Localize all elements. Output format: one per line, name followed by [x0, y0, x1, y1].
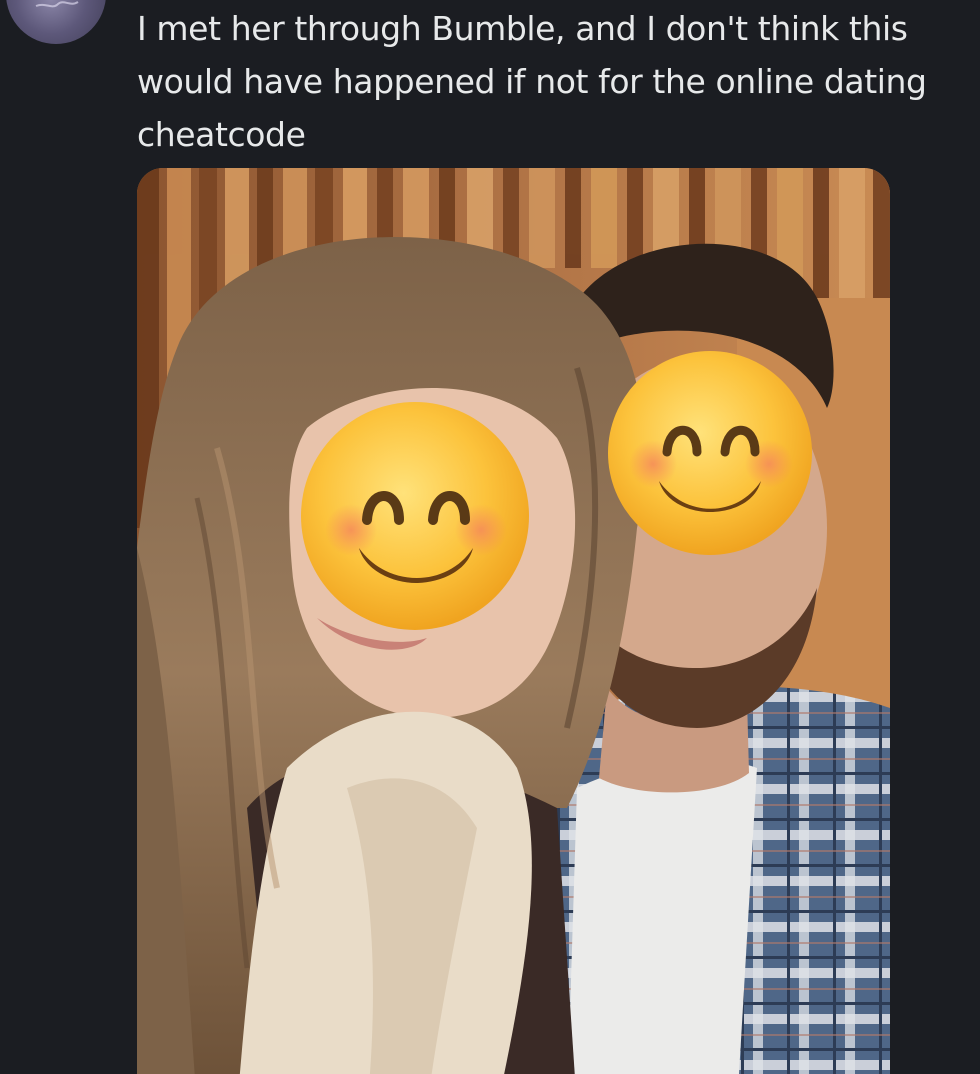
tweet-screen: I met her through Bumble, and I don't th… [0, 0, 980, 1074]
smiling-face-emoji-1 [301, 402, 529, 630]
avatar-image [35, 1, 79, 8]
post-text: I met her through Bumble, and I don't th… [137, 9, 927, 154]
smiling-face-emoji-2 [608, 351, 812, 555]
author-avatar[interactable] [6, 0, 106, 44]
post-photo[interactable] [137, 168, 890, 1074]
photo-illustration [137, 168, 890, 1074]
